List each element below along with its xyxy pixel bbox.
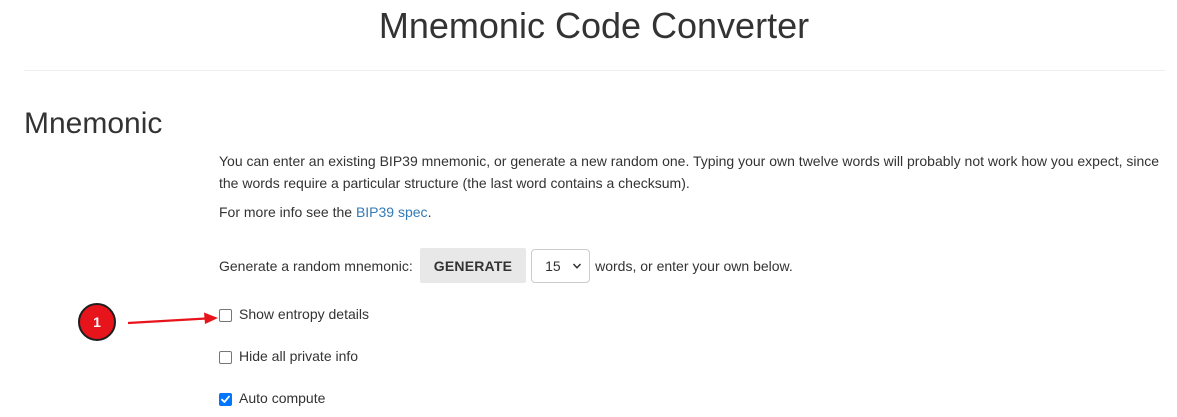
generate-button[interactable]: GENERATE — [419, 248, 527, 283]
auto-compute-option: Auto compute — [219, 388, 325, 408]
annotation-badge: 1 — [78, 303, 116, 341]
checkmark-icon — [221, 395, 230, 403]
show-entropy-checkbox[interactable] — [219, 308, 232, 322]
page: Mnemonic Code Converter Mnemonic You can… — [0, 0, 1177, 417]
hide-private-label[interactable]: Hide all private info — [239, 348, 358, 364]
word-count-select[interactable]: 15 — [531, 248, 591, 283]
intro-text: You can enter an existing BIP39 mnemonic… — [219, 153, 1160, 191]
hide-private-option: Hide all private info — [219, 346, 358, 366]
auto-compute-checkbox[interactable] — [219, 392, 232, 406]
annotation-arrow-icon — [127, 312, 218, 325]
page-title: Mnemonic Code Converter — [378, 5, 810, 46]
section-heading: Mnemonic — [24, 107, 163, 140]
show-entropy-label[interactable]: Show entropy details — [239, 306, 369, 322]
bip39-spec-link[interactable]: BIP39 spec — [356, 204, 428, 220]
title-divider — [24, 70, 1165, 71]
generate-row: Generate a random mnemonic: GENERATE 15 … — [219, 248, 793, 283]
generate-label: Generate a random mnemonic: — [219, 257, 413, 274]
generate-suffix: words, or enter your own below. — [595, 257, 793, 274]
show-entropy-option: Show entropy details — [219, 304, 369, 324]
chevron-down-icon — [573, 262, 582, 269]
info-prefix: For more info see the — [219, 204, 356, 220]
info-text: For more info see the BIP39 spec. — [219, 201, 1164, 223]
info-suffix: . — [427, 204, 432, 220]
hide-private-checkbox[interactable] — [219, 350, 232, 364]
word-count-value: 15 — [545, 257, 561, 274]
auto-compute-label[interactable]: Auto compute — [239, 390, 325, 406]
